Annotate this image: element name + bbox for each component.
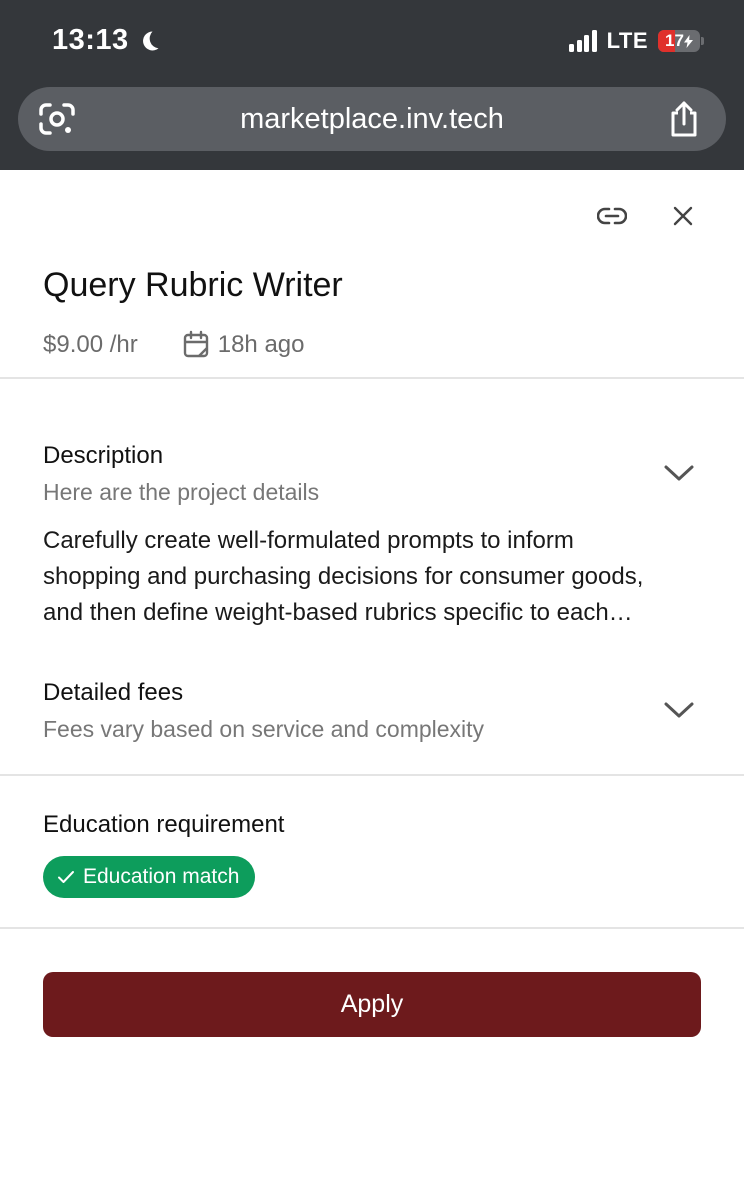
- calendar-icon: [183, 330, 208, 358]
- description-line: Carefully create well-formulated prompts…: [43, 527, 574, 554]
- check-icon: [58, 871, 74, 883]
- fees-title: Detailed fees: [43, 679, 184, 706]
- battery-level: 17: [665, 31, 684, 50]
- url-text[interactable]: marketplace.inv.tech: [18, 87, 726, 151]
- education-match-label: Education match: [83, 865, 240, 888]
- google-lens-icon[interactable]: [38, 101, 76, 137]
- status-time: 13:13: [52, 24, 161, 57]
- link-icon: [597, 207, 627, 225]
- status-indicators: LTE 17: [567, 28, 704, 54]
- description-line: shopping and purchasing decisions for co…: [43, 563, 644, 590]
- battery-charging-icon: 17: [658, 30, 704, 52]
- close-icon: [673, 206, 693, 226]
- chevron-down-icon[interactable]: [662, 699, 696, 721]
- description-subtitle: Here are the project details: [43, 479, 320, 505]
- description-line: and then define weight-based rubrics spe…: [43, 599, 633, 626]
- divider: [0, 927, 744, 929]
- education-title: Education requirement: [43, 811, 285, 838]
- moon-icon: [142, 31, 159, 50]
- copy-link-button[interactable]: [592, 198, 632, 234]
- job-title: Query Rubric Writer: [43, 266, 343, 304]
- job-rate: $9.00 /hr: [43, 331, 138, 358]
- status-time-text: 13:13: [52, 24, 129, 56]
- bolt-icon: [683, 34, 693, 48]
- divider: [0, 377, 744, 379]
- share-icon[interactable]: [666, 99, 702, 139]
- address-bar[interactable]: marketplace.inv.tech: [18, 87, 726, 151]
- description-title: Description: [43, 442, 164, 469]
- close-button[interactable]: [664, 198, 702, 234]
- network-label: LTE: [606, 28, 648, 53]
- description-body: Carefully create well-formulated prompts…: [43, 523, 703, 631]
- job-meta: $9.00 /hr 18h ago: [43, 330, 305, 360]
- fees-subtitle: Fees vary based on service and complexit…: [43, 716, 485, 742]
- divider: [0, 774, 744, 776]
- signal-icon: [567, 30, 597, 52]
- job-posted-time: 18h ago: [217, 331, 305, 358]
- chevron-down-icon[interactable]: [662, 462, 696, 484]
- browser-chrome: 13:13 LTE 17 marketplace.inv.tech: [0, 0, 744, 170]
- education-match-badge: Education match: [43, 856, 256, 898]
- apply-button[interactable]: Apply: [43, 972, 701, 1037]
